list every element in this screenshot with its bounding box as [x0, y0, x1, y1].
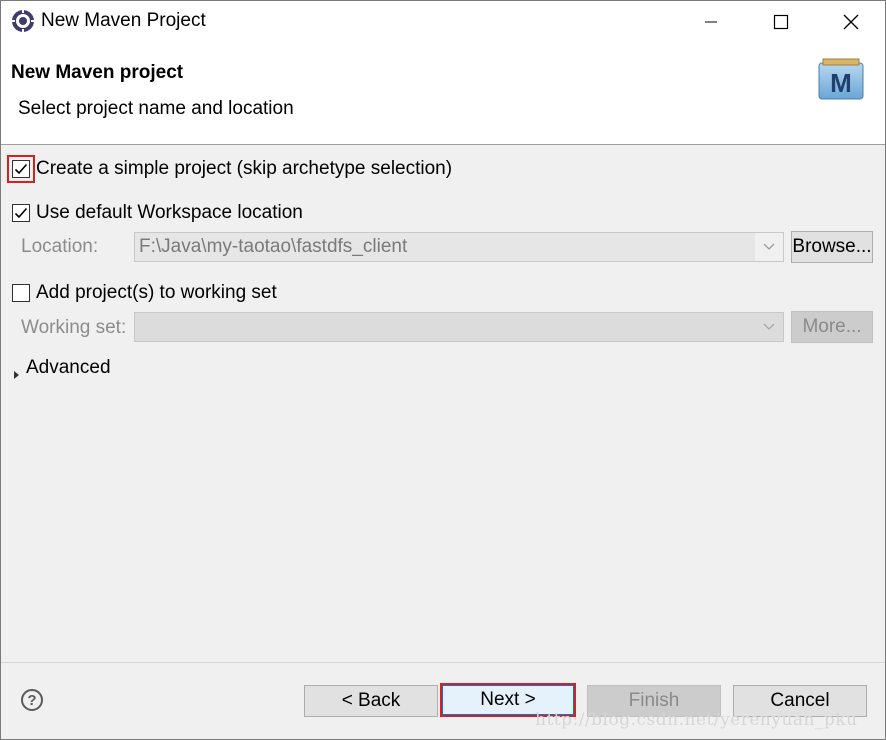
- minimize-button[interactable]: [676, 1, 746, 43]
- location-combo[interactable]: F:\Java\my-taotao\fastdfs_client: [134, 232, 784, 262]
- working-set-checkbox[interactable]: [12, 284, 30, 302]
- chevron-down-icon[interactable]: [755, 233, 783, 261]
- location-label: Location:: [21, 236, 99, 257]
- maven-logo-icon: M: [813, 57, 875, 105]
- window-title: New Maven Project: [41, 10, 206, 31]
- more-button[interactable]: More...: [791, 311, 873, 343]
- maximize-button[interactable]: [746, 1, 816, 43]
- svg-text:M: M: [830, 68, 852, 98]
- working-set-combo[interactable]: [134, 312, 784, 342]
- wizard-title: New Maven project: [11, 62, 184, 83]
- working-set-field-label: Working set:: [21, 317, 127, 338]
- working-set-label[interactable]: Add project(s) to working set: [36, 282, 277, 304]
- back-button[interactable]: < Back: [304, 685, 438, 717]
- wizard-description: Select project name and location: [18, 98, 294, 119]
- eclipse-gear-icon: [11, 9, 35, 33]
- wizard-header: New Maven project Select project name an…: [1, 43, 885, 145]
- default-workspace-checkbox[interactable]: [12, 204, 30, 222]
- help-icon[interactable]: ?: [21, 689, 43, 711]
- advanced-section-toggle[interactable]: Advanced: [26, 357, 111, 379]
- footer-separator: [1, 662, 885, 663]
- simple-project-checkbox[interactable]: [12, 160, 30, 178]
- chevron-down-icon[interactable]: [755, 313, 783, 341]
- default-workspace-label[interactable]: Use default Workspace location: [36, 202, 303, 224]
- browse-button[interactable]: Browse...: [791, 231, 873, 263]
- simple-project-label[interactable]: Create a simple project (skip archetype …: [36, 158, 452, 180]
- watermark-text: http://blog.csdn.net/yerenyuan_pku: [535, 710, 858, 730]
- location-value: F:\Java\my-taotao\fastdfs_client: [139, 236, 408, 257]
- close-button[interactable]: [816, 1, 886, 43]
- expand-triangle-icon[interactable]: [13, 364, 21, 386]
